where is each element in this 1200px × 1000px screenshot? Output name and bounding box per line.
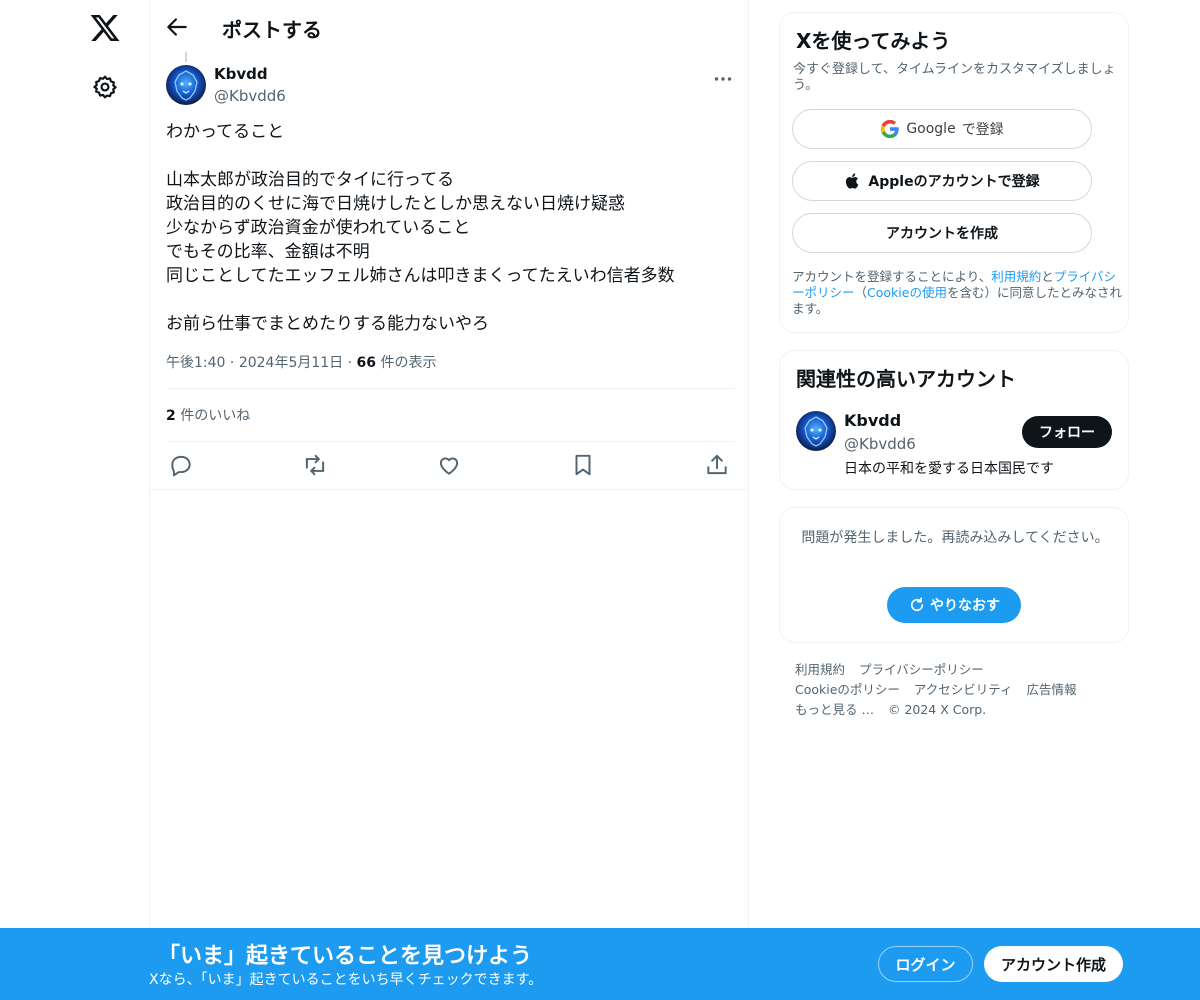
likes-count: 2 xyxy=(166,408,176,424)
footer-accessibility-link[interactable]: アクセシビリティ xyxy=(914,682,1013,697)
repost-icon[interactable] xyxy=(302,452,328,478)
refresh-icon xyxy=(910,597,924,612)
footer-cookie-link[interactable]: Cookieのポリシー xyxy=(795,682,900,697)
terms-of-service-link[interactable]: 利用規約 xyxy=(991,269,1041,284)
meta-separator: · xyxy=(347,355,357,371)
post-text: わかってること 山本太郎が政治目的でタイに行ってる 政治目的のくせに海で日焼けし… xyxy=(166,122,675,334)
bookmark-icon[interactable] xyxy=(570,452,596,478)
views-label: 件の表示 xyxy=(380,355,437,371)
reply-icon[interactable] xyxy=(168,452,194,478)
author-handle[interactable]: @Kbvdd6 xyxy=(214,87,286,105)
google-signup-button[interactable]: Google で登録 xyxy=(792,109,1092,149)
post-meta: 午後1:40 · 2024年5月11日 · 66 件の表示 xyxy=(166,352,436,372)
apple-signup-button[interactable]: Appleのアカウントで登録 xyxy=(792,161,1092,201)
left-navigation xyxy=(0,0,150,1000)
like-icon[interactable] xyxy=(436,452,462,478)
relevant-accounts-card: 関連性の高いアカウント Kbvdd @Kbvdd6 日本の平和を愛する日本国民で… xyxy=(779,350,1129,490)
login-banner: 「いま」起きていることを見つけよう Xなら、「いま」起きていることをいち早くチェ… xyxy=(0,928,1200,1000)
account-handle[interactable]: @Kbvdd6 xyxy=(844,435,916,453)
post-date[interactable]: 2024年5月11日 xyxy=(239,355,343,371)
x-logo-icon[interactable] xyxy=(89,12,121,44)
footer-links: 利用規約 プライバシーポリシー Cookieのポリシー アクセシビリティ 広告情… xyxy=(795,660,1125,720)
divider xyxy=(150,489,748,490)
terms-and: と xyxy=(1041,269,1054,284)
likes-label: 件のいいね xyxy=(180,408,251,424)
banner-title: 「いま」起きていることを見つけよう xyxy=(158,944,533,969)
post-time[interactable]: 午後1:40 xyxy=(166,355,225,371)
back-arrow-icon[interactable] xyxy=(164,14,190,40)
lion-avatar-icon xyxy=(174,70,198,101)
banner-subtitle: Xなら、「いま」起きていることをいち早くチェックできます。 xyxy=(149,972,543,988)
share-icon[interactable] xyxy=(704,452,730,478)
follow-button[interactable]: フォロー xyxy=(1022,416,1112,448)
create-account-label: アカウントを作成 xyxy=(886,226,998,242)
divider xyxy=(166,441,734,442)
account-name[interactable]: Kbvdd xyxy=(844,411,901,430)
retry-button[interactable]: やりなおす xyxy=(887,587,1021,623)
gear-icon[interactable] xyxy=(92,74,118,100)
apple-signup-label: Appleのアカウントで登録 xyxy=(868,174,1040,190)
likes-summary[interactable]: 2 件のいいね xyxy=(166,405,250,425)
apple-icon xyxy=(846,173,859,189)
footer-copyright: © 2024 X Corp. xyxy=(887,702,987,717)
google-icon xyxy=(881,119,900,139)
terms-text: アカウントを登録することにより、利用規約とプライバシーポリシー（Cookieの使… xyxy=(792,269,1122,317)
google-suffix: で登録 xyxy=(961,122,1004,138)
footer-more-link[interactable]: もっと見る … xyxy=(795,702,874,717)
signup-title: Xを使ってみよう xyxy=(796,29,951,53)
terms-pre: アカウントを登録することにより、 xyxy=(792,269,992,284)
divider xyxy=(166,388,734,389)
thread-line xyxy=(185,52,187,62)
footer-ads-info-link[interactable]: 広告情報 xyxy=(1027,682,1077,697)
create-account-button[interactable]: アカウントを作成 xyxy=(792,213,1092,253)
post-header: Kbvdd @Kbvdd6 xyxy=(166,64,736,108)
login-button[interactable]: ログイン xyxy=(878,946,973,982)
account-bio: 日本の平和を愛する日本国民です xyxy=(844,461,1054,477)
signup-subtitle: 今すぐ登録して、タイムラインをカスタマイズしましょう。 xyxy=(793,62,1116,93)
avatar[interactable] xyxy=(796,411,836,451)
avatar[interactable] xyxy=(166,65,206,105)
error-message: 問題が発生しました。再読み込みしてください。 xyxy=(801,530,1109,546)
footer-terms-link[interactable]: 利用規約 xyxy=(795,662,845,677)
author-name[interactable]: Kbvdd xyxy=(214,65,268,83)
signup-card: Xを使ってみよう 今すぐ登録して、タイムラインをカスタマイズしましょう。 Goo… xyxy=(779,12,1129,333)
post-actions xyxy=(168,452,736,478)
error-card: 問題が発生しました。再読み込みしてください。 やりなおす xyxy=(779,507,1129,643)
retry-label: やりなおす xyxy=(930,598,1000,614)
signup-button[interactable]: アカウント作成 xyxy=(984,946,1123,982)
top-bar: ポストする xyxy=(150,0,748,54)
google-brand: Google xyxy=(906,121,956,137)
cookie-use-link[interactable]: Cookieの使用 xyxy=(867,285,947,300)
footer-privacy-link[interactable]: プライバシーポリシー xyxy=(859,662,984,677)
lion-avatar-icon xyxy=(804,416,828,447)
views-count: 66 xyxy=(356,355,377,371)
more-options-icon[interactable] xyxy=(710,66,736,92)
meta-separator: · xyxy=(229,355,239,371)
relevant-title: 関連性の高いアカウント xyxy=(796,367,1016,391)
page-title: ポストする xyxy=(222,18,322,42)
terms-mid: （ xyxy=(854,285,868,300)
main-column: ポストする Kbvdd @Kbvdd6 わかってること 山本太郎が政治目的でタイ… xyxy=(150,0,749,1000)
